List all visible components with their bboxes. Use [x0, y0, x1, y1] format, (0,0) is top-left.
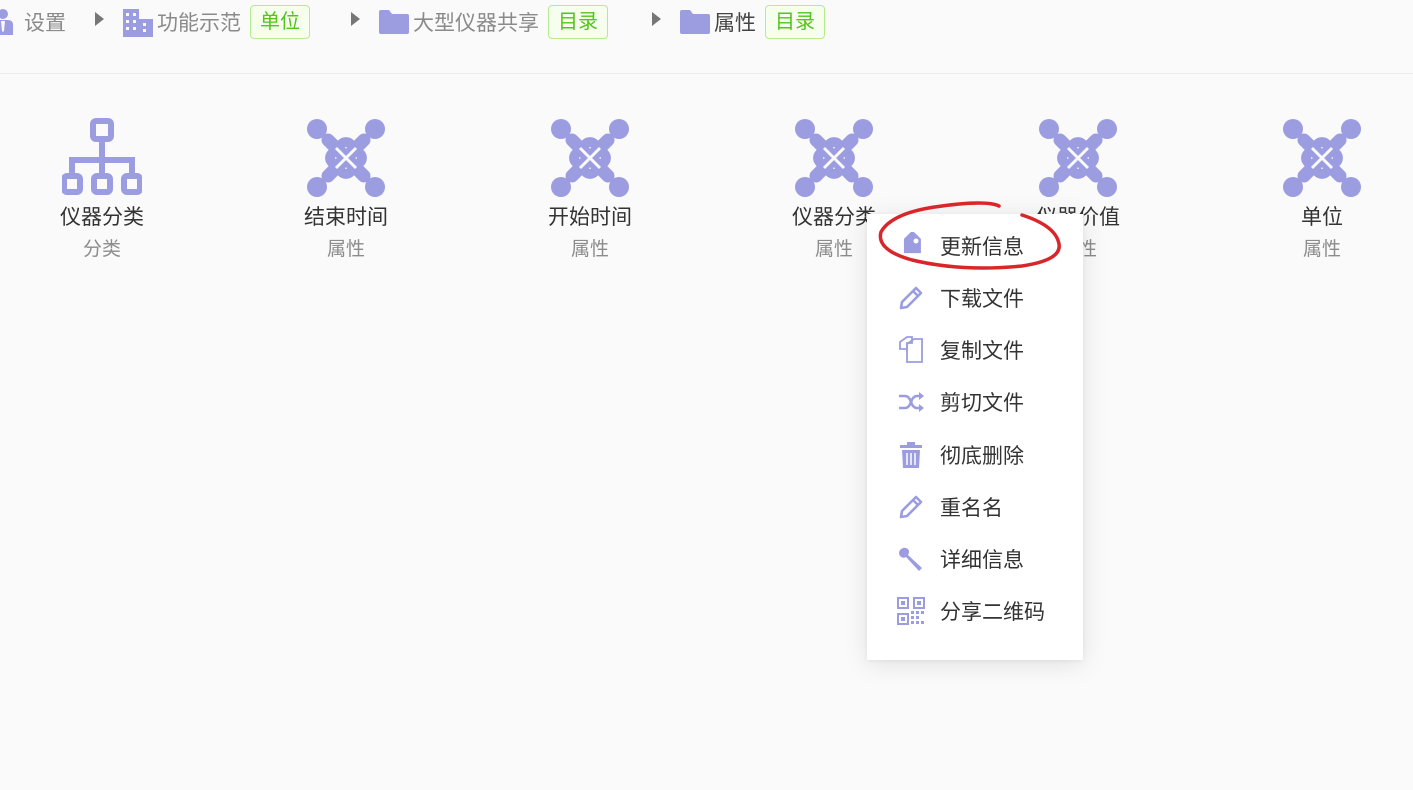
item-type: 属性: [326, 238, 365, 260]
directory-tag: 目录: [548, 5, 608, 39]
menu-item-label: 彻底删除: [940, 444, 1024, 468]
menu-item-label: 复制文件: [940, 339, 1024, 363]
building-icon: [123, 7, 153, 37]
hierarchy-icon: [22, 112, 182, 198]
pencil-icon: [897, 284, 925, 312]
caret-right-icon: [95, 12, 104, 26]
breadcrumb-item-org[interactable]: 功能示范 单位: [123, 5, 310, 39]
grid-item[interactable]: 单位 属性: [1242, 112, 1402, 264]
menu-item-download[interactable]: 下载文件: [867, 276, 1083, 320]
item-name: 单位: [1301, 205, 1343, 229]
directory-tag: 目录: [765, 5, 825, 39]
joomla-icon: [754, 112, 914, 198]
folder-icon: [680, 10, 710, 34]
breadcrumb: 设置 功能示范 单位 大型仪器共享 目录 属性 目录: [0, 0, 1413, 74]
copy-icon: [897, 336, 925, 364]
wrench-icon: [897, 545, 925, 573]
grid-item[interactable]: 结束时间 属性: [266, 112, 426, 264]
breadcrumb-item-folder[interactable]: 大型仪器共享 目录: [379, 5, 608, 39]
menu-item-details[interactable]: 详细信息: [867, 537, 1083, 581]
breadcrumb-label: 大型仪器共享: [413, 11, 539, 35]
joomla-icon: [998, 112, 1158, 198]
annotation-circle: [878, 201, 1061, 270]
menu-item-cut[interactable]: 剪切文件: [867, 380, 1083, 424]
breadcrumb-label: 功能示范: [157, 11, 241, 35]
unit-tag: 单位: [250, 5, 310, 39]
menu-item-label: 下载文件: [940, 287, 1024, 311]
item-type: 属性: [1302, 238, 1341, 260]
menu-item-label: 剪切文件: [940, 391, 1024, 415]
item-type: 属性: [570, 238, 609, 260]
qrcode-icon: [897, 597, 925, 625]
grid-item[interactable]: 开始时间 属性: [510, 112, 670, 264]
joomla-icon: [510, 112, 670, 198]
menu-item-rename[interactable]: 重名名: [867, 485, 1083, 529]
caret-right-icon: [351, 12, 360, 26]
menu-item-label: 分享二维码: [940, 600, 1045, 624]
item-name: 仪器分类: [60, 205, 144, 229]
menu-item-delete[interactable]: 彻底删除: [867, 433, 1083, 477]
item-type: 分类: [82, 238, 121, 260]
page: 设置 功能示范 单位 大型仪器共享 目录 属性 目录 仪器分类 分类 结束时间 …: [0, 0, 1413, 790]
shuffle-icon: [897, 388, 925, 416]
item-name: 结束时间: [304, 205, 388, 229]
grid-item[interactable]: 仪器分类 分类: [22, 112, 182, 264]
pencil-icon: [897, 493, 925, 521]
joomla-icon: [266, 112, 426, 198]
breadcrumb-item-current[interactable]: 属性 目录: [680, 5, 825, 39]
menu-item-label: 重名名: [940, 496, 1003, 520]
context-menu: 更新信息 下载文件 复制文件 剪切文件 彻底删除 重名名 详细信息 分享二维码: [867, 214, 1083, 660]
breadcrumb-label: 属性: [714, 11, 756, 35]
menu-item-copy[interactable]: 复制文件: [867, 328, 1083, 372]
user-tie-icon: [0, 9, 14, 35]
breadcrumb-label: 设置: [24, 11, 66, 35]
menu-item-share-qrcode[interactable]: 分享二维码: [867, 589, 1083, 633]
breadcrumb-item-settings[interactable]: 设置: [0, 6, 66, 38]
item-name: 开始时间: [548, 205, 632, 229]
joomla-icon: [1242, 112, 1402, 198]
caret-right-icon: [652, 12, 661, 26]
folder-icon: [379, 10, 409, 34]
menu-item-label: 详细信息: [940, 548, 1024, 572]
trash-icon: [897, 441, 925, 469]
